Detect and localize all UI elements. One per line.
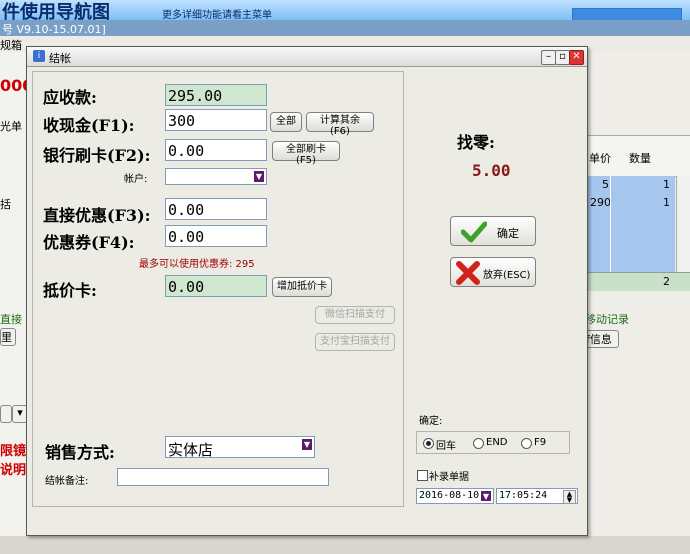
check-icon [461,221,487,243]
chevron-down-icon[interactable]: ▼ [302,439,312,450]
dialog-titlebar: i 结帐 – ▫ ✕ [27,47,587,67]
confirm-key-group: 回车 END F9 [416,431,570,454]
toolbar-label[interactable]: 规箱 [0,37,22,53]
app-icon: i [33,50,45,62]
right-panel [585,52,690,554]
maximize-icon[interactable]: ▫ [555,50,570,65]
item-label: 括 [0,198,11,211]
grid-body: 5 1 290 1 [585,176,675,272]
table-row-qty[interactable]: 1 [663,178,670,191]
radio-enter[interactable] [423,438,434,449]
voucher-field: 0.00 [165,275,267,297]
receivable-field: 295.00 [165,84,267,106]
add-voucher-button[interactable]: 增加抵价卡 [272,277,332,297]
coupon-hint: 最多可以使用优惠券: 295 [139,259,255,270]
supplement-label: 补录单据 [429,472,469,483]
supplement-checkbox[interactable] [417,470,428,481]
grid-header-price: 单价 [589,152,611,165]
app-title: 号 V9.10-15.07.01] [2,23,106,36]
radio-end[interactable] [473,438,484,449]
direct-label: 直接 [0,313,22,326]
grid-header-qty: 数量 [629,152,651,165]
sales-mode-label: 销售方式: [45,443,115,462]
move-record-label[interactable]: 移动记录 [585,311,629,327]
all-cash-button[interactable]: 全部 [270,112,302,132]
payment-panel: 应收款: 295.00 收现金(F1): 300 全部 计算其余 (F6) 银行刷… [32,71,404,507]
app-titlebar: 号 V9.10-15.07.01] [0,20,690,36]
coupon-field[interactable]: 0.00 [165,225,267,247]
time-value: 17:05:24 [499,490,548,501]
confirm-key-label: 确定: [419,416,443,427]
help-banner: 件使用导航图 更多详细功能请看主菜单 [0,0,690,24]
banner-subtitle: 更多详细功能请看主菜单 [162,10,272,21]
sales-mode-select[interactable]: 实体店 ▼ [165,436,315,459]
time-picker[interactable]: 17:05:24 ▲ ▼ [496,488,578,504]
left-button[interactable]: 里 [0,328,16,346]
minimize-icon[interactable]: – [541,50,556,65]
date-picker[interactable]: 2016-08-10 ▼ [416,488,494,504]
grid-scrollbar[interactable] [676,176,690,272]
checkout-dialog: i 结帐 – ▫ ✕ 应收款: 295.00 收现金(F1): 300 全部 计… [26,46,588,536]
cash-label: 收现金(F1): [43,116,135,135]
coupon-label: 优惠券(F4): [43,233,135,252]
grid-divider [610,176,611,272]
change-value: 5.00 [472,161,511,180]
left-combo[interactable] [0,405,12,423]
direct-discount-label: 直接优惠(F3): [43,206,151,225]
grid-total-row: 2 [585,272,690,291]
info-button[interactable]: f信息 [585,330,619,348]
radio-f9-label: F9 [534,437,547,448]
direct-discount-field[interactable]: 0.00 [165,198,267,220]
grid-header: 单价 数量 [585,135,690,177]
receivable-label: 应收款: [43,88,97,107]
remark-label: 结帐备注: [45,476,89,487]
card-label: 银行刷卡(F2): [43,146,151,165]
all-card-button[interactable]: 全部刷卡 (F5) [272,141,340,166]
cancel-button[interactable]: 放弃(ESC) [450,257,536,287]
table-row-price[interactable]: 5 [602,178,609,191]
radio-f9[interactable] [521,438,532,449]
remark-input[interactable] [117,468,329,486]
sales-mode-value: 实体店 [168,441,214,459]
chevron-down-icon[interactable]: ▼ [254,171,264,182]
change-label: 找零: [457,133,495,152]
list-label: 光单 [0,120,22,133]
radio-end-label: END [486,437,508,448]
cancel-icon [456,261,480,285]
voucher-label: 抵价卡: [43,281,97,300]
notice-text: 限镜 说明 [0,444,27,478]
account-label: 帐户: [124,174,148,185]
calendar-icon[interactable]: ▼ [481,491,491,501]
alipay-button[interactable]: 支付宝扫描支付 [315,333,395,351]
grid-total-qty: 2 [663,275,670,288]
status-bar [0,536,690,554]
calc-other-button[interactable]: 计算其余 (F6) [306,112,374,137]
cash-field[interactable]: 300 [165,109,267,131]
date-value: 2016-08-10 [419,490,480,501]
account-select[interactable]: ▼ [165,168,267,185]
spin-icon[interactable]: ▲ ▼ [563,490,576,504]
confirm-label: 确定 [497,227,519,240]
table-row-price[interactable]: 290 [590,196,611,209]
radio-enter-label: 回车 [436,441,456,452]
wechat-pay-button[interactable]: 微信扫描支付 [315,306,395,324]
confirm-button[interactable]: 确定 [450,216,536,246]
cancel-label: 放弃(ESC) [483,270,531,281]
table-row-qty[interactable]: 1 [663,196,670,209]
card-field[interactable]: 0.00 [165,139,267,161]
dialog-title: 结帐 [49,52,71,65]
close-icon[interactable]: ✕ [569,50,584,65]
